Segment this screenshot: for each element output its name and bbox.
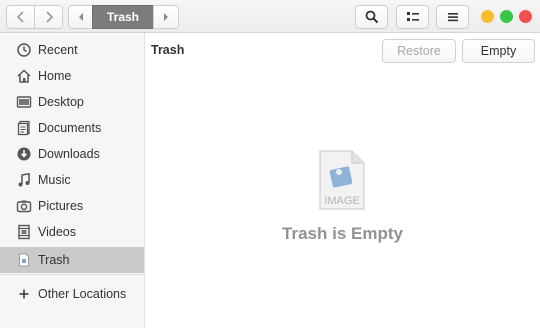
home-icon [16,68,32,84]
path-bar-current[interactable]: Trash [92,5,154,29]
plus-icon [16,286,32,302]
chevron-right-icon [45,11,53,23]
forward-button[interactable] [34,5,63,29]
desktop-icon [16,94,32,110]
sidebar-item-documents[interactable]: Documents [0,115,144,141]
empty-trash-button[interactable]: Empty [462,39,535,63]
search-button[interactable] [355,5,388,29]
sidebar-item-label: Documents [38,121,102,135]
triangle-left-icon [78,13,83,21]
music-note-icon [16,172,32,188]
sidebar-item-pictures[interactable]: Pictures [0,193,144,219]
empty-state-message: Trash is Empty [282,224,403,243]
search-icon [365,10,378,24]
location-title: Trash [151,43,185,57]
camera-icon [16,198,32,214]
sidebar-item-label: Pictures [38,199,84,213]
image-placeholder-icon: IMAGE [319,150,365,210]
minimize-button[interactable] [481,10,494,23]
download-icon [16,146,32,162]
placeholder-text: IMAGE [324,195,359,207]
sidebar: Recent Home Desktop Documents Downloads … [0,33,145,328]
sidebar-item-label: Other Locations [38,287,127,301]
hamburger-icon [447,13,458,22]
restore-button[interactable]: Restore [382,39,456,63]
film-icon [16,224,32,240]
maximize-button[interactable] [500,10,513,23]
sidebar-item-music[interactable]: Music [0,167,144,193]
sidebar-item-label: Music [38,173,71,187]
sidebar-item-label: Desktop [38,95,84,109]
main-content: Trash Restore Empty IMAGE Trash is Empty [145,33,540,328]
path-scroll-left-button[interactable] [68,5,93,29]
back-button[interactable] [6,5,35,29]
clock-icon [16,42,32,58]
sidebar-item-downloads[interactable]: Downloads [0,141,144,167]
sidebar-item-label: Videos [38,225,76,239]
sidebar-item-label: Recent [38,43,78,57]
sidebar-separator [0,274,144,275]
sidebar-item-home[interactable]: Home [0,63,144,89]
triangle-right-icon [164,13,168,21]
documents-icon [16,120,32,136]
view-toggle-button[interactable] [396,5,429,29]
trash-icon [16,252,32,268]
sidebar-item-desktop[interactable]: Desktop [0,89,144,115]
sidebar-item-other-locations[interactable]: Other Locations [0,281,144,307]
sidebar-item-recent[interactable]: Recent [0,37,144,63]
sidebar-item-videos[interactable]: Videos [0,219,144,245]
sidebar-item-label: Downloads [38,147,100,161]
header-bar: Trash [0,0,540,33]
path-scroll-right-button[interactable] [153,5,179,29]
close-button[interactable] [519,10,532,23]
chevron-left-icon [16,11,24,23]
sidebar-item-label: Trash [38,253,70,267]
list-view-icon [406,12,419,21]
menu-button[interactable] [436,5,469,29]
sidebar-item-trash[interactable]: Trash [0,247,144,273]
sidebar-item-label: Home [38,69,72,83]
